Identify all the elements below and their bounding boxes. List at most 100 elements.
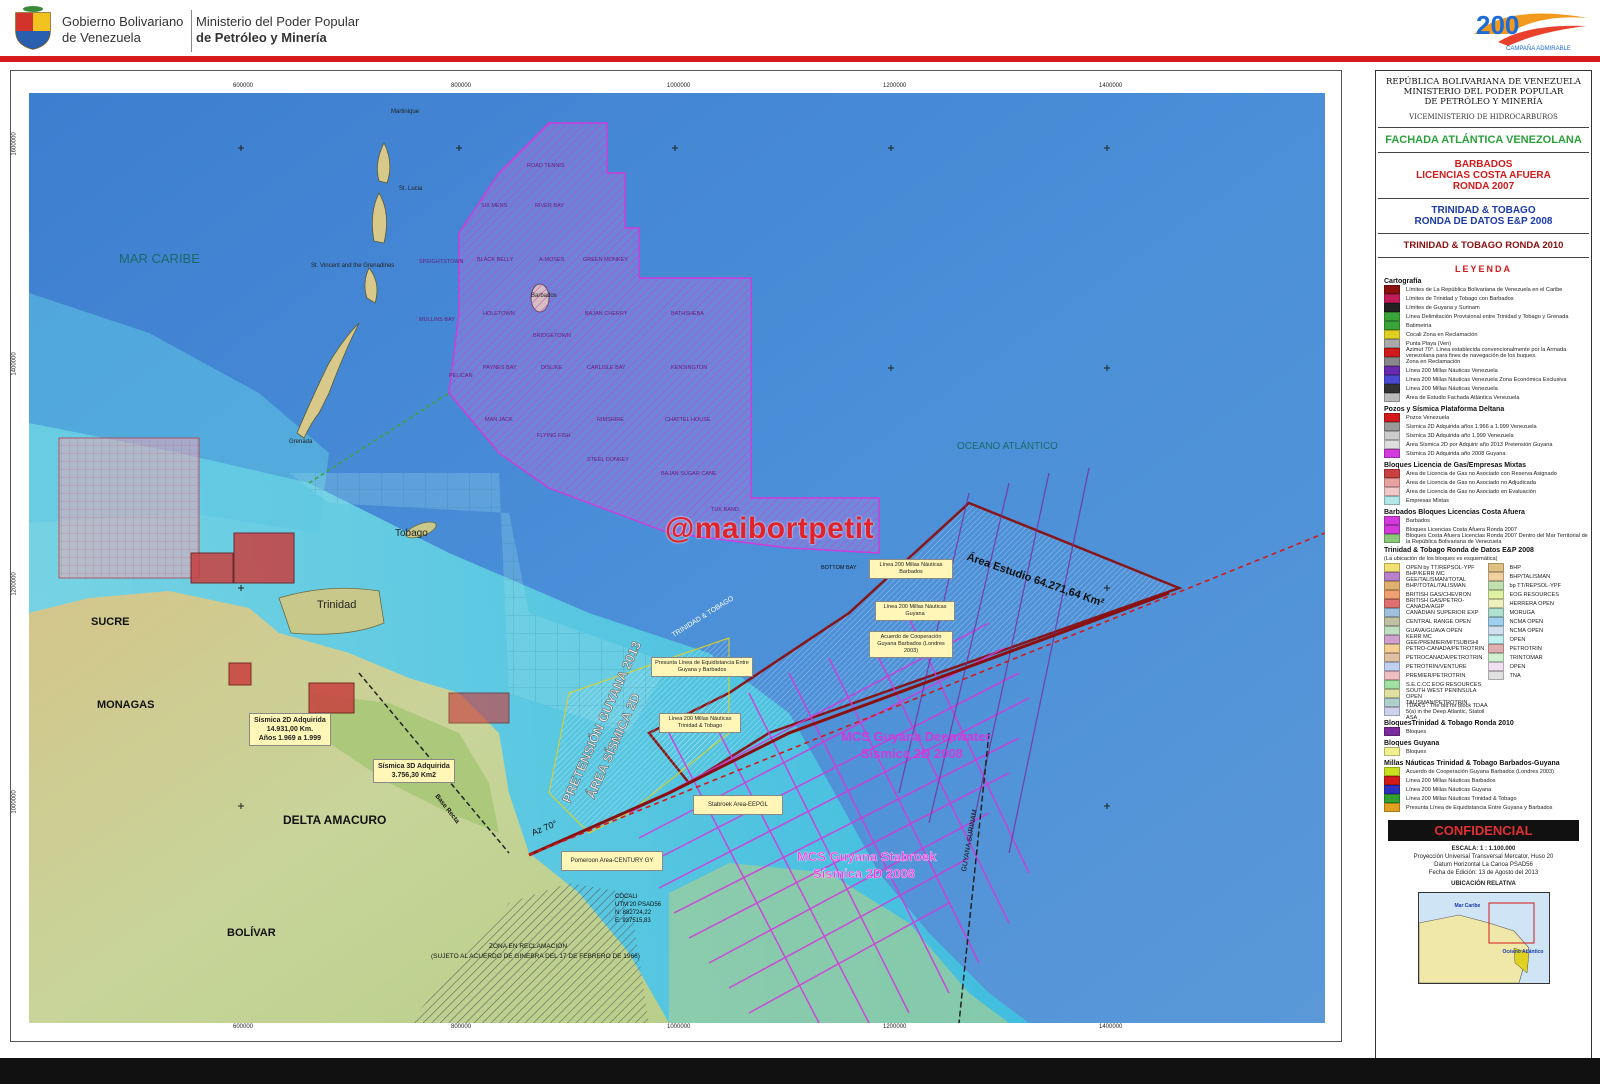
legend-row: Azimut 70°. Línea establecida convencion… xyxy=(1376,347,1591,359)
legend-row: Línea Delimitación Provisional entre Tri… xyxy=(1376,312,1591,321)
legend-swatch xyxy=(1384,384,1400,393)
legend-label: Línea 200 Millas Náuticas Guyana xyxy=(1406,786,1492,793)
legend-proj-2: Datum Horizontal La Canoa PSAD56 xyxy=(1434,862,1533,868)
legend-label: Línea 200 Millas Náuticas Venezuela Zona… xyxy=(1406,376,1567,383)
legend-sec-bloques: Bloques Licencia de Gas/Empresas Mixtas xyxy=(1384,462,1527,469)
legend-header: REPÚBLICA BOLIVARIANA DE VENEZUELA MINIS… xyxy=(1376,77,1591,107)
inset-oceano: Océano Atlántico xyxy=(1502,949,1544,955)
label-sujeto-acuerdo: (SUJETO AL ACUERDO DE GINEBRA DEL 17 DE … xyxy=(431,953,640,960)
legend-label: Zona en Reclamación xyxy=(1406,358,1461,365)
legend-swatch xyxy=(1384,599,1400,608)
ministry-name: Ministerio del Poder Popular de Petróleo… xyxy=(196,14,359,46)
block-six-mens: SIX MENS xyxy=(481,203,508,209)
legend-row: Sísmica 2D Adquirida años 1.966 a 1.999 … xyxy=(1376,422,1591,431)
legend-row: BHP xyxy=(1487,563,1592,572)
legend-label: Batimetría xyxy=(1406,322,1432,329)
legend-row: NCMA OPEN xyxy=(1487,617,1592,626)
label-cocali: COCALI UTM 20 PSAD56 N: 882724,22 E: 937… xyxy=(615,893,661,925)
legend-swatch xyxy=(1384,321,1400,330)
legend-swatch xyxy=(1384,671,1400,680)
legend-swatch xyxy=(1487,617,1504,626)
legend-label: NCMA OPEN xyxy=(1509,627,1544,634)
label-sucre: SUCRE xyxy=(91,616,130,628)
government-name: Gobierno Bolivariano de Venezuela xyxy=(62,14,183,46)
map-frame: 600000 800000 1000000 1200000 1400000 60… xyxy=(10,70,1342,1042)
map-canvas[interactable] xyxy=(29,93,1325,1023)
legend-swatch xyxy=(1384,644,1400,653)
legend-swatch xyxy=(1384,339,1400,348)
legend-fachada: FACHADA ATLÁNTICA VENEZOLANA xyxy=(1385,134,1582,146)
legend-swatch xyxy=(1384,375,1400,384)
legend-tt-note: (La ubicación de los bloques es esquemát… xyxy=(1384,555,1498,562)
block-speightstown: SPEIGHTSTOWN xyxy=(419,259,464,265)
label-delta-amacuro: DELTA AMACURO xyxy=(283,813,387,827)
legend-label: Sísmica 2D Adquirida año 2008 Guyana xyxy=(1406,450,1506,457)
legend-row: Barbados xyxy=(1376,516,1591,525)
label-mcs-deepwater-1: MCS Guyana Deepwater xyxy=(841,729,991,744)
gas-block-4 xyxy=(228,662,252,686)
legend-swatch xyxy=(1487,635,1504,644)
legend-barbados-2: LICENCIAS COSTA AFUERA xyxy=(1416,170,1551,181)
legend-swatch xyxy=(1487,563,1504,572)
campaign-text: CAMPAÑA ADMIRABLE xyxy=(1506,45,1571,52)
label-monagas: MONAGAS xyxy=(97,699,155,711)
legend-title-1: REPÚBLICA BOLIVARIANA DE VENEZUELA xyxy=(1386,77,1581,87)
block-river-bay: RIVER BAY xyxy=(535,203,564,209)
box-stabroek: Stabroek Area-EEPGL xyxy=(693,795,783,815)
legend-row: CANADIAN SUPERIOR EXP xyxy=(1384,608,1488,617)
legend-row: Acuerdo de Cooperación Guyana Barbados (… xyxy=(1376,767,1591,776)
legend-swatch xyxy=(1384,617,1400,626)
legend-swatch xyxy=(1384,348,1400,357)
label-tobago: Tobago xyxy=(395,528,428,539)
sism2d-line1: Sísmica 2D Adquirida xyxy=(254,717,326,724)
legend-row: Bloques Costa Afuera Licencias Ronda 200… xyxy=(1376,533,1591,545)
legend-row: NCMA OPEN xyxy=(1487,626,1592,635)
location-inset-map: Mar Caribe Océano Atlántico xyxy=(1417,892,1550,984)
tick-bottom-1: 600000 xyxy=(233,1024,254,1030)
legend-label: TNA xyxy=(1509,672,1521,679)
legend-swatch xyxy=(1384,689,1400,698)
legend-label: BRITISH GAS/PETRO-CANADA/AGIP xyxy=(1406,597,1465,610)
box-pomeroon: Pomeroon Area-CENTURY GY xyxy=(561,851,663,871)
legend-divider xyxy=(1378,152,1589,153)
legend-row: Límites de Guyana y Surinam xyxy=(1376,303,1591,312)
block-kensington: KENSINGTON xyxy=(671,365,708,371)
legend-tt-2010: TRINIDAD & TOBAGO RONDA 2010 xyxy=(1403,240,1564,251)
block-bridgetown: BRIDGETOWN xyxy=(533,333,571,339)
legend-row: EOG RESOURCES xyxy=(1487,590,1592,599)
legend-proj-1: Proyección Universal Transversal Mercato… xyxy=(1413,854,1554,860)
legend-swatch xyxy=(1487,662,1504,671)
watermark: @maibortpetit xyxy=(665,512,875,545)
legend-label: Línea 200 Millas Náuticas Venezuela xyxy=(1406,385,1498,392)
legend-swatch xyxy=(1384,707,1400,716)
label-bolivar: BOLÍVAR xyxy=(227,927,276,939)
legend-tt-2: RONDA DE DATOS E&P 2008 xyxy=(1414,216,1553,227)
header-red-bar xyxy=(0,56,1600,62)
legend-swatch xyxy=(1384,431,1400,440)
legend-label: MORUGA xyxy=(1509,609,1535,616)
legend-label: PREMIER/PETROTRIN xyxy=(1406,672,1466,679)
block-road-tennis: ROAD TENNIS xyxy=(527,163,565,169)
legend-row: Sísmica 3D Adquirida año 1.999 Venezuela xyxy=(1376,431,1591,440)
legend-swatch xyxy=(1384,698,1400,707)
legend-label: OPEN xyxy=(1509,636,1526,643)
legend-swatch xyxy=(1384,413,1400,422)
legend-swatch xyxy=(1384,469,1400,478)
legend-swatch xyxy=(1384,516,1400,525)
box-sismica-2d: Sísmica 2D Adquirida 14.931,00 Km. Años … xyxy=(249,713,331,746)
sism3d-line1: Sísmica 3D Adquirida xyxy=(378,763,450,770)
tick-top-1: 600000 xyxy=(233,83,254,89)
legend-row: KERR MC GEE/PREMIER/MITSUBISHI xyxy=(1384,634,1488,646)
legend-label: EOG RESOURCES xyxy=(1509,591,1559,598)
legend-label: Sísmica 2D Adquirida años 1.966 a 1.999 … xyxy=(1406,423,1537,430)
legend-swatch xyxy=(1384,747,1400,756)
legend-row: Área de Licencia de Gas no Asociado no A… xyxy=(1376,478,1591,487)
legend-swatch xyxy=(1384,357,1400,366)
legend-escala: ESCALA: 1 : 1.100.000 xyxy=(1451,846,1516,852)
legend-row: BHP/KERR MC GEE/TALISMAN/TOTAL xyxy=(1384,571,1488,583)
legend-row: TNA xyxy=(1487,671,1592,680)
legend-divider xyxy=(1378,127,1589,128)
tick-bottom-3: 1000000 xyxy=(667,1024,691,1030)
label-barbados: Barbados xyxy=(531,293,557,299)
cocali-n: N: 882724,22 xyxy=(615,910,652,916)
